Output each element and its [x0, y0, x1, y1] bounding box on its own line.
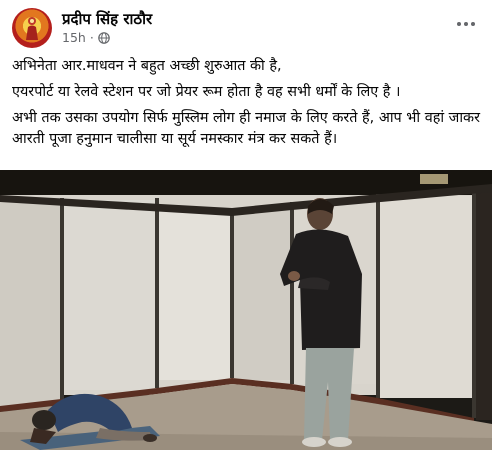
post-header: प्रदीप सिंह राठौर 15h ·: [12, 6, 482, 50]
more-options-icon[interactable]: [452, 12, 480, 36]
page-avatar[interactable]: [12, 8, 52, 48]
post-paragraph: अभी तक उसका उपयोग सिर्फ मुस्लिम लोग ही न…: [12, 110, 480, 147]
post-card: प्रदीप सिंह राठौर 15h · अभिनेता आर.माधवन…: [0, 0, 492, 450]
prayer-room-scene: [0, 170, 492, 450]
meta-separator: ·: [89, 30, 94, 45]
post-text: अभिनेता आर.माधवन ने बहुत अच्छी शुरुआत की…: [12, 56, 482, 150]
deity-figure-icon: [26, 17, 38, 40]
post-timestamp[interactable]: 15h: [62, 30, 86, 45]
post-paragraph: अभिनेता आर.माधवन ने बहुत अच्छी शुरुआत की…: [12, 58, 282, 74]
post-video-frame[interactable]: [0, 170, 492, 450]
post-meta: 15h ·: [62, 30, 110, 45]
post-paragraph: एयरपोर्ट या रेलवे स्टेशन पर जो प्रेयर रू…: [12, 84, 401, 100]
author-name[interactable]: प्रदीप सिंह राठौर: [62, 9, 152, 29]
globe-icon: [98, 31, 110, 44]
